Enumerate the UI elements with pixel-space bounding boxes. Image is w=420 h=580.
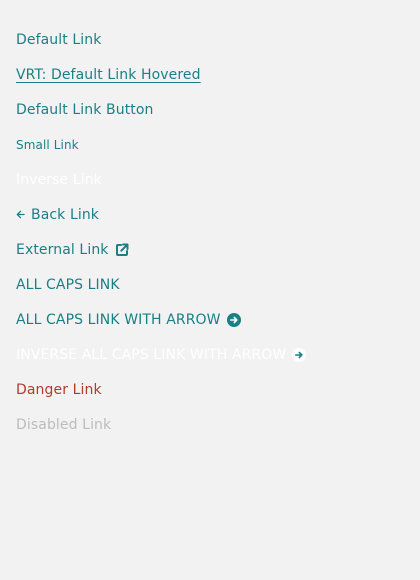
default-link-button-label: Default Link Button (16, 101, 154, 118)
default-link[interactable]: Default Link (16, 32, 101, 48)
row-inverse-all-caps-arrow-link: INVERSE ALL CAPS LINK WITH ARROW (16, 337, 307, 372)
disabled-link-label: Disabled Link (16, 416, 112, 433)
danger-link[interactable]: Danger Link (16, 382, 102, 398)
all-caps-link[interactable]: ALL CAPS LINK (16, 277, 120, 293)
inverse-link-label: Inverse Link (16, 171, 102, 188)
row-inverse-link: Inverse Link (16, 162, 306, 197)
back-link-label: Back Link (31, 206, 100, 223)
disabled-link: Disabled Link (16, 417, 111, 433)
back-link[interactable]: Back Link (16, 207, 99, 223)
arrow-left-icon (16, 210, 25, 219)
inverse-all-caps-link-with-arrow-label: INVERSE ALL CAPS LINK WITH ARROW (16, 346, 287, 363)
default-link-label: Default Link (16, 31, 102, 48)
row-external-link: External Link (16, 232, 306, 267)
arrow-right-circle-icon (226, 312, 241, 327)
row-default-link: Default Link (16, 22, 306, 57)
link-showcase: Default Link VRT: Default Link Hovered D… (16, 22, 307, 442)
small-link-label: Small Link (16, 137, 79, 152)
default-link-hovered[interactable]: VRT: Default Link Hovered (16, 67, 201, 83)
all-caps-link-label: ALL CAPS LINK (16, 276, 120, 293)
row-small-link: Small Link (16, 127, 306, 162)
default-link-button[interactable]: Default Link Button (16, 102, 154, 118)
all-caps-link-with-arrow[interactable]: ALL CAPS LINK WITH ARROW (16, 312, 241, 328)
row-back-link: Back Link (16, 197, 306, 232)
default-link-hovered-label: VRT: Default Link Hovered (16, 66, 201, 83)
row-hovered-link: VRT: Default Link Hovered (16, 57, 306, 92)
danger-link-label: Danger Link (16, 381, 102, 398)
external-link[interactable]: External Link (16, 242, 129, 258)
small-link[interactable]: Small Link (16, 138, 79, 152)
all-caps-link-with-arrow-label: ALL CAPS LINK WITH ARROW (16, 311, 221, 328)
external-link-icon (115, 243, 129, 257)
row-disabled-link: Disabled Link (16, 407, 306, 442)
row-danger-link: Danger Link (16, 372, 306, 407)
inverse-all-caps-link-with-arrow[interactable]: INVERSE ALL CAPS LINK WITH ARROW (16, 346, 307, 363)
row-link-button: Default Link Button (16, 92, 306, 127)
row-all-caps-arrow-link: ALL CAPS LINK WITH ARROW (16, 302, 306, 337)
arrow-right-circle-icon (292, 347, 307, 362)
inverse-link[interactable]: Inverse Link (16, 172, 102, 188)
row-all-caps-link: ALL CAPS LINK (16, 267, 306, 302)
external-link-label: External Link (16, 241, 109, 258)
